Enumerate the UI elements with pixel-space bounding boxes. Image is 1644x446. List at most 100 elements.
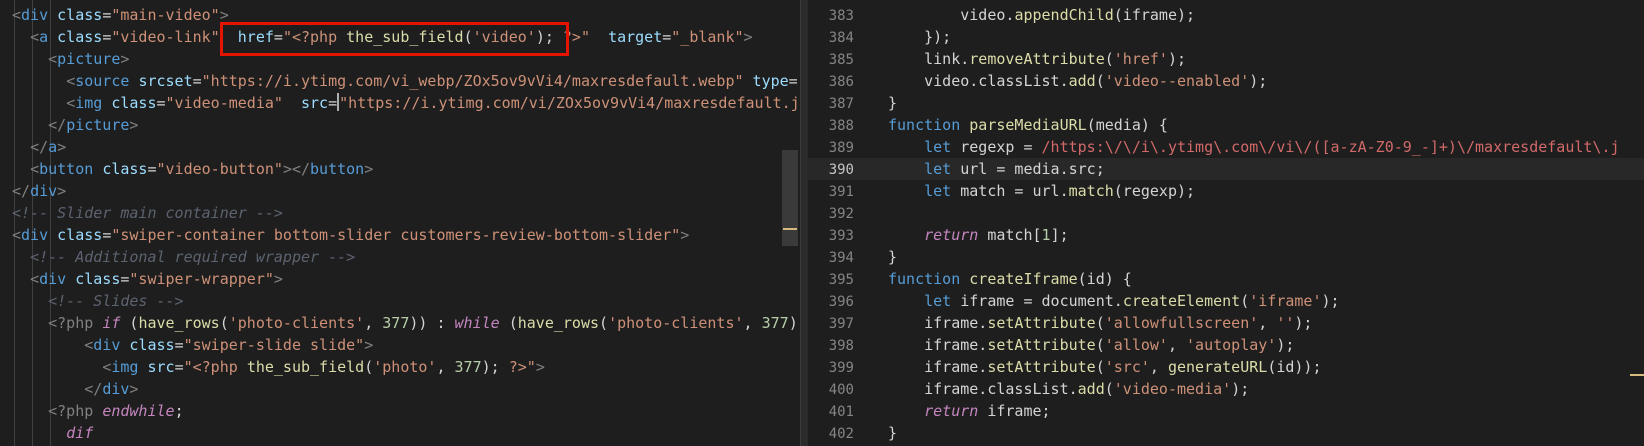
line-number: 400 bbox=[828, 382, 854, 398]
code-token: , bbox=[1258, 314, 1277, 332]
code-token: endwhile bbox=[102, 402, 175, 420]
code-token: have_rows bbox=[138, 314, 220, 332]
split-divider[interactable] bbox=[800, 0, 808, 446]
line-number: 399 bbox=[828, 360, 854, 376]
code-token: > bbox=[57, 138, 67, 156]
code-token: div bbox=[21, 6, 49, 24]
code-line[interactable]: <!-- Slider main container --> bbox=[0, 202, 800, 224]
code-line[interactable]: </picture> bbox=[0, 114, 800, 136]
code-line[interactable]: 396 let iframe = document.createElement(… bbox=[808, 290, 1644, 312]
overview-ruler-marker bbox=[1630, 374, 1644, 376]
code-line[interactable]: dif bbox=[0, 422, 800, 444]
code-token: = bbox=[174, 336, 184, 354]
code-line[interactable]: 389 let regexp = /https:\/\/i\.ytimg\.co… bbox=[808, 136, 1644, 158]
code-line[interactable]: 391 let match = url.match(regexp); bbox=[808, 180, 1644, 202]
code-line[interactable]: 386 video.classList.add('video--enabled'… bbox=[808, 70, 1644, 92]
code-token: ); bbox=[481, 358, 509, 376]
code-token: < bbox=[48, 50, 58, 68]
code-token: < bbox=[102, 358, 112, 376]
line-number: 391 bbox=[828, 184, 854, 200]
code-line[interactable]: </a> bbox=[0, 136, 800, 158]
left-code-lines[interactable]: <div class="main-video"> <a class="video… bbox=[0, 4, 800, 444]
code-token: return bbox=[924, 226, 979, 244]
code-token: 'video-media' bbox=[1113, 380, 1232, 398]
code-line[interactable]: 398 iframe.setAttribute('allow', 'autopl… bbox=[808, 334, 1644, 356]
code-token: > bbox=[273, 270, 283, 288]
code-token: < bbox=[66, 94, 76, 112]
code-line[interactable]: 383 video.appendChild(iframe); bbox=[808, 4, 1644, 26]
code-line[interactable]: 392 bbox=[808, 202, 1644, 224]
code-token: video. bbox=[888, 6, 1015, 24]
code-line[interactable]: <!-- Slides --> bbox=[0, 290, 800, 312]
code-token: ( bbox=[1240, 292, 1250, 310]
code-token: iframe. bbox=[888, 314, 988, 332]
code-token: "swiper-container bottom-slider customer… bbox=[111, 226, 681, 244]
code-token: ></ bbox=[282, 160, 311, 178]
code-token: < bbox=[84, 336, 94, 354]
vertical-scrollbar-thumb[interactable] bbox=[782, 150, 798, 246]
code-line[interactable]: 394} bbox=[808, 246, 1644, 268]
code-token: ( bbox=[499, 314, 518, 332]
code-line[interactable]: </div> bbox=[0, 378, 800, 400]
line-number: 401 bbox=[828, 404, 854, 420]
code-line[interactable]: <button class="video-button"></button> bbox=[0, 158, 800, 180]
code-token: (regexp); bbox=[1113, 182, 1196, 200]
code-token: <?php bbox=[48, 402, 103, 420]
line-number: 387 bbox=[828, 96, 854, 112]
code-token: iframe. bbox=[888, 358, 988, 376]
right-code-lines[interactable]: 383 video.appendChild(iframe); 384 }); 385… bbox=[808, 4, 1644, 444]
code-token: function bbox=[888, 116, 961, 134]
code-line[interactable]: <img class="video-media" src= "https://i.… bbox=[0, 92, 800, 114]
code-line[interactable]: 384 }); bbox=[808, 26, 1644, 48]
right-editor-pane[interactable]: 383 video.appendChild(iframe); 384 }); 385… bbox=[808, 0, 1644, 446]
code-line[interactable]: <!-- Additional required wrapper --> bbox=[0, 246, 800, 268]
code-token: ); bbox=[1321, 292, 1340, 310]
code-line[interactable]: <img src="<?php the_sub_field('photo', 3… bbox=[0, 356, 800, 378]
code-line[interactable]: 397 iframe.setAttribute('allowfullscreen… bbox=[808, 312, 1644, 334]
code-line[interactable]: <source srcset="https://i.ytimg.com/vi_w… bbox=[0, 70, 800, 92]
code-token: < bbox=[66, 72, 76, 90]
left-editor-pane[interactable]: <div class="main-video"> <a class="video… bbox=[0, 0, 800, 446]
code-line[interactable]: 388 function parseMediaURL(media) { bbox=[808, 114, 1644, 136]
code-token: img bbox=[111, 358, 139, 376]
code-line[interactable]: <div class="swiper-wrapper"> bbox=[0, 268, 800, 290]
code-token: div bbox=[30, 182, 58, 200]
code-line[interactable]: <div class="swiper-slide slide"> bbox=[0, 334, 800, 356]
code-line[interactable]: 399 iframe.setAttribute('src', generateU… bbox=[808, 356, 1644, 378]
code-token: = bbox=[328, 94, 338, 112]
code-token: </ bbox=[48, 116, 67, 134]
code-token: "swiper-wrapper" bbox=[129, 270, 274, 288]
code-line[interactable]: 395 function createIframe(id) { bbox=[808, 268, 1644, 290]
code-line[interactable]: 401 return iframe; bbox=[808, 400, 1644, 422]
code-token: > bbox=[535, 358, 545, 376]
code-token: while bbox=[454, 314, 500, 332]
code-token: > bbox=[680, 226, 690, 244]
code-token: a bbox=[39, 28, 49, 46]
code-token: 377 bbox=[382, 314, 410, 332]
code-line[interactable]: 402} bbox=[808, 422, 1644, 444]
code-line[interactable]: 393 return match[1]; bbox=[808, 224, 1644, 246]
code-token: src bbox=[147, 358, 175, 376]
code-line[interactable]: 390 let url = media.src; bbox=[808, 158, 1644, 180]
line-number: 388 bbox=[828, 118, 854, 134]
code-token: match bbox=[1068, 182, 1114, 200]
code-line[interactable]: 400 iframe.classList.add('video-media'); bbox=[808, 378, 1644, 400]
code-line[interactable]: </div> bbox=[0, 180, 800, 202]
line-number: 397 bbox=[828, 316, 854, 332]
code-line[interactable]: <?php endwhile; bbox=[0, 400, 800, 422]
code-token: 'photo-clients' bbox=[608, 314, 744, 332]
code-line[interactable]: <div class="swiper-container bottom-slid… bbox=[0, 224, 800, 246]
code-line[interactable]: 387} bbox=[808, 92, 1644, 114]
code-token: 'photo-clients' bbox=[228, 314, 365, 332]
code-line[interactable]: <?php if (have_rows('photo-clients', 377… bbox=[0, 312, 800, 334]
code-token: div bbox=[21, 226, 49, 244]
code-line[interactable]: 385 link.removeAttribute('href'); bbox=[808, 48, 1644, 70]
